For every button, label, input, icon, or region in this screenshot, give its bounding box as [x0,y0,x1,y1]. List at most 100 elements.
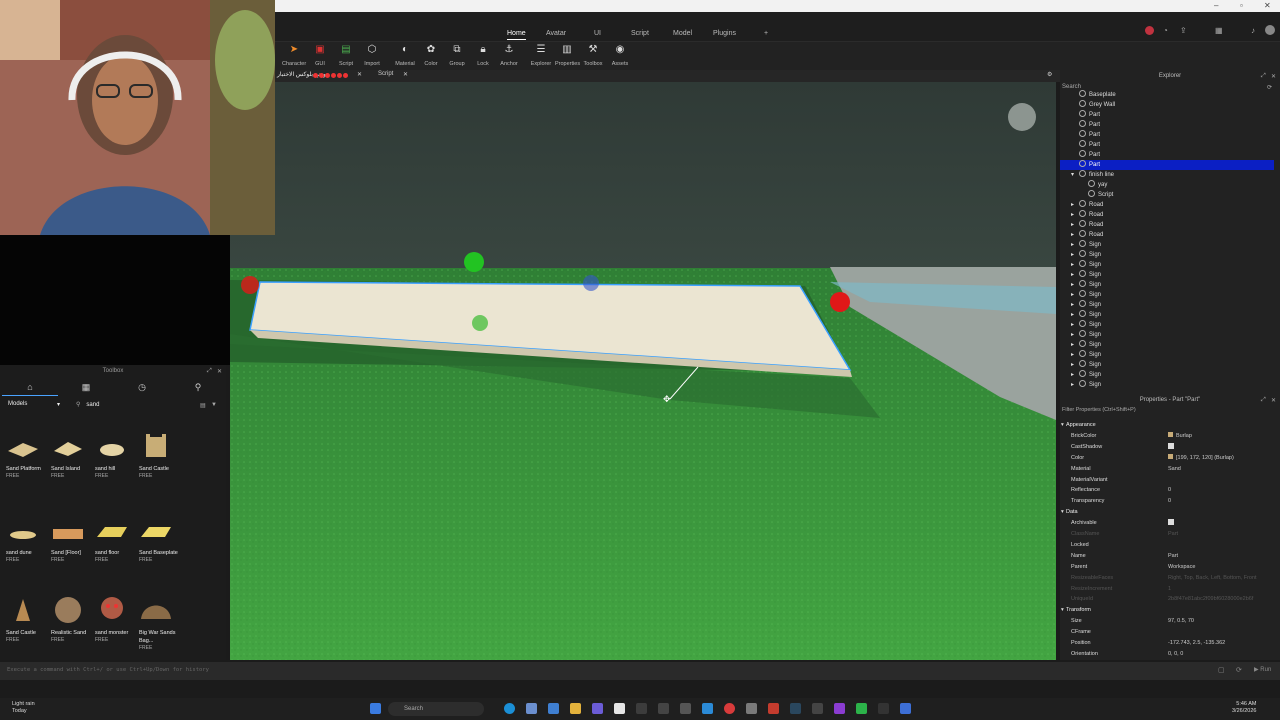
property-value[interactable]: Right, Top, Back, Left, Bottom, Front [1168,573,1257,583]
expand-arrow-icon[interactable]: ▸ [1071,290,1079,300]
app-icon[interactable] [658,703,669,714]
expand-arrow-icon[interactable]: ▸ [1071,280,1079,290]
tab-recent-icon[interactable]: ◷ [114,382,170,396]
asset-card[interactable]: Big War Sands Bag... FREE [139,595,179,651]
expand-arrow-icon[interactable]: ▸ [1071,310,1079,320]
move-handle-green-lower[interactable] [472,315,488,331]
roblox-studio-icon[interactable] [614,703,625,714]
property-value[interactable]: 0 [1168,485,1171,495]
viewport-3d[interactable]: ✥ [230,82,1056,660]
taskbar-clock[interactable]: 5:46 AM 3/26/2026 [1232,701,1256,715]
property-row[interactable]: Transparency 0 [1060,496,1274,506]
property-row[interactable]: CFrame [1060,627,1274,637]
color-button[interactable]: ✿ Color [419,44,443,67]
asset-card[interactable]: sand floor FREE [95,515,135,563]
property-row[interactable]: Locked [1060,540,1274,550]
expand-arrow-icon[interactable]: ▸ [1071,210,1079,220]
expand-arrow-icon[interactable]: ▸ [1071,240,1079,250]
property-row[interactable]: Orientation 0, 0, 0 [1060,649,1274,659]
tab-ui[interactable]: UI [594,28,601,40]
expand-arrow-icon[interactable]: ▸ [1071,270,1079,280]
app-icon[interactable] [548,703,559,714]
explorer-item[interactable]: ▸ Sign [1060,330,1274,340]
tab-close-icon[interactable]: ✕ [357,71,362,78]
color-swatch[interactable] [1168,431,1173,437]
sidebar-icon[interactable]: ▢ [1218,666,1225,674]
property-value[interactable]: 0 [1168,496,1171,506]
maximize-icon[interactable]: ▫ [1240,1,1243,10]
explorer-button[interactable]: ☰ Explorer [529,44,553,67]
property-value[interactable]: 0, 0, 0 [1168,649,1183,659]
app-icon[interactable] [834,703,845,714]
explorer-close-icon[interactable]: ✕ [1271,73,1276,80]
explorer-dock-icon[interactable]: ⤢ [1261,73,1266,80]
asset-card[interactable]: Realistic Sand FREE [51,595,91,643]
move-handle-blue[interactable] [583,275,599,291]
property-row[interactable]: MaterialVariant [1060,475,1274,485]
tab-script[interactable]: Script [631,28,649,40]
property-row[interactable]: ClassName Part [1060,529,1274,539]
lock-button[interactable]: 🔒︎ Lock [471,44,495,67]
expand-arrow-icon[interactable]: ▾ [1071,170,1079,180]
property-row[interactable]: CastShadow [1060,442,1274,452]
tab-add[interactable]: + [764,28,768,40]
view-cube[interactable] [1008,103,1036,131]
explorer-item[interactable]: Part [1060,140,1274,150]
explorer-item[interactable]: Part [1060,110,1274,120]
properties-button[interactable]: ▥ Properties [555,44,580,67]
category-dropdown[interactable]: Models ▾ [8,401,64,413]
app-icon[interactable] [592,703,603,714]
app-icon[interactable] [636,703,647,714]
tab-creations-icon[interactable]: ⚲ [170,382,226,396]
property-row[interactable]: BrickColor Burlap [1060,431,1274,441]
minimize-icon[interactable]: – [1214,1,1218,10]
property-value[interactable]: Workspace [1168,562,1195,572]
tab-close-icon[interactable]: ✕ [403,71,408,78]
asset-card[interactable]: Sand Baseplate FREE [139,515,179,563]
weather-widget[interactable]: Light rain Today [12,701,35,715]
property-row[interactable]: Reflectance 0 [1060,485,1274,495]
expand-arrow-icon[interactable]: ▸ [1071,260,1079,270]
property-value[interactable]: [199, 172, 120] (Burlap) [1168,453,1234,463]
app-icon[interactable] [878,703,889,714]
expand-arrow-icon[interactable]: ▸ [1071,200,1079,210]
property-row[interactable]: Color [199, 172, 120] (Burlap) [1060,453,1274,463]
explorer-item[interactable]: ▸ Sign [1060,270,1274,280]
explorer-item[interactable]: ▸ Sign [1060,370,1274,380]
toolbox-search-input[interactable]: ⚲ sand [76,401,196,413]
explorer-item[interactable]: Grey Wall [1060,100,1274,110]
tab-home[interactable]: Home [507,28,526,40]
asset-card[interactable]: Sand Castle FREE [6,595,46,643]
expand-arrow-icon[interactable]: ▸ [1071,320,1079,330]
asset-card[interactable]: Sand Castle FREE [139,431,179,479]
start-icon[interactable] [370,703,381,714]
expand-arrow-icon[interactable]: ▸ [1071,340,1079,350]
explorer-item[interactable]: ▸ Road [1060,210,1274,220]
explorer-item[interactable]: Baseplate [1060,90,1274,100]
notification-icon[interactable]: ◔ [1163,26,1168,35]
record-icon[interactable] [1145,26,1154,35]
property-row[interactable]: Archivable [1060,518,1274,528]
group-button[interactable]: ⧉ Group [445,44,469,67]
tab-script-doc[interactable]: Script [378,71,393,77]
property-row[interactable]: ResizeIncrement 1 [1060,584,1274,594]
expand-arrow-icon[interactable]: ▸ [1071,350,1079,360]
property-value[interactable]: 97, 0.5, 70 [1168,616,1194,626]
taskview-icon[interactable] [526,703,537,714]
gui-button[interactable]: ▣ GUI [308,44,332,67]
property-value[interactable]: Part [1168,529,1178,539]
edge-icon[interactable] [504,703,515,714]
property-value[interactable] [1168,442,1174,452]
steam-icon[interactable] [790,703,801,714]
command-input[interactable]: Execute a command with Ctrl+/ or use Ctr… [7,667,209,673]
app-icon[interactable] [812,703,823,714]
asset-card[interactable]: Sand [Floor] FREE [51,515,91,563]
taskbar-search[interactable]: Search [388,702,484,716]
expand-arrow-icon[interactable]: ▸ [1071,250,1079,260]
explorer-item[interactable]: Script [1060,190,1274,200]
explorer-item[interactable]: ▸ Sign [1060,320,1274,330]
explorer-item[interactable]: ▸ Road [1060,200,1274,210]
character-button[interactable]: ➤ Character [282,44,306,67]
assets-button[interactable]: ◉ Assets [608,44,632,67]
explorer-item[interactable]: Part [1060,120,1274,130]
